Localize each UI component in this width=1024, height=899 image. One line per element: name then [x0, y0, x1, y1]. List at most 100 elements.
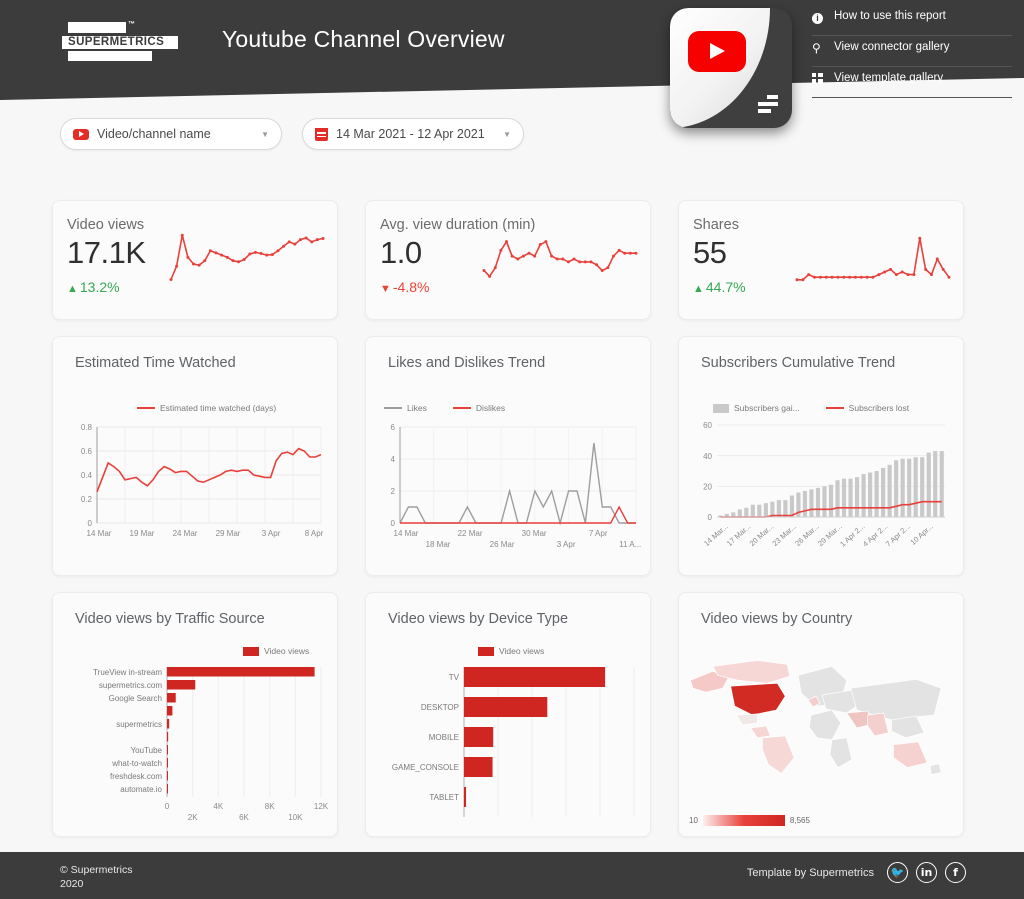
legend-label: Video views: [264, 646, 310, 656]
geo-color-legend: 10 8,565: [689, 815, 810, 826]
svg-text:automate.io: automate.io: [120, 785, 162, 794]
scorecard-delta: ▲ 44.7%: [693, 279, 746, 295]
svg-text:0: 0: [88, 519, 93, 528]
card-title: Subscribers Cumulative Trend: [701, 355, 896, 371]
youtube-play-icon: [688, 31, 746, 72]
svg-text:GAME_CONSOLE: GAME_CONSOLE: [392, 763, 459, 772]
svg-text:29 Mar: 29 Mar: [216, 529, 241, 538]
svg-text:4K: 4K: [213, 802, 223, 811]
svg-text:3 Apr: 3 Apr: [262, 529, 281, 538]
legend-swatch: [137, 407, 155, 409]
scorecard-delta: ▼ -4.8%: [380, 279, 430, 295]
page-title: Youtube Channel Overview: [222, 26, 505, 52]
social-links: 🐦 in f: [887, 862, 966, 883]
svg-text:14 Mar...: 14 Mar...: [702, 522, 730, 548]
svg-text:4: 4: [391, 455, 396, 464]
scorecard-avg-view-duration: Avg. view duration (min) 1.0 ▼ -4.8%: [365, 200, 651, 320]
svg-text:MOBILE: MOBILE: [429, 733, 459, 742]
linkedin-icon[interactable]: in: [916, 862, 937, 883]
card-likes-dislikes: Likes and Dislikes Trend Likes Dislikes …: [365, 336, 651, 576]
legend-swatch: [452, 407, 471, 409]
link-view-connector-gallery[interactable]: ⚲ View connector gallery: [812, 41, 1012, 67]
svg-text:10 Apr...: 10 Apr...: [908, 522, 934, 547]
legend-label: Estimated time watched (days): [160, 403, 277, 413]
svg-text:2: 2: [391, 487, 396, 496]
geo-legend-max: 8,565: [789, 816, 810, 825]
svg-text:Google Search: Google Search: [109, 694, 162, 703]
svg-text:19 Mar: 19 Mar: [130, 529, 155, 538]
template-credit: Template by Supermetrics: [746, 867, 874, 879]
channel-filter-dropdown[interactable]: Video/channel name ▼: [60, 118, 282, 150]
twitter-icon[interactable]: 🐦: [887, 862, 908, 883]
legend-label: Video views: [499, 646, 545, 656]
calendar-icon: [315, 127, 328, 141]
youtube-connector-badge: [670, 8, 792, 128]
svg-text:18 Mar: 18 Mar: [426, 540, 451, 549]
svg-text:23 Mar...: 23 Mar...: [770, 522, 798, 548]
card-title: Video views by Country: [701, 611, 853, 627]
svg-text:8 Apr: 8 Apr: [305, 529, 324, 538]
legend-item: Dislikes: [452, 403, 505, 413]
facebook-icon[interactable]: f: [945, 862, 966, 883]
channel-filter-label: Video/channel name: [97, 127, 211, 141]
link-view-template-gallery[interactable]: View template gallery: [812, 72, 1012, 98]
chart-legend: Video views: [478, 646, 570, 656]
sparkline-video-views: [169, 233, 325, 281]
svg-text:20 Mar...: 20 Mar...: [748, 522, 776, 548]
legend-label: Subscribers gai...: [734, 403, 800, 413]
svg-text:freshdesk.com: freshdesk.com: [110, 772, 162, 781]
chart-legend: Video views: [243, 646, 335, 656]
scorecard-value: 55: [693, 235, 727, 270]
svg-text:7 Apr 2...: 7 Apr 2...: [884, 522, 912, 549]
logo-wordmark: SUPERMETRICS: [68, 36, 165, 48]
svg-text:14 Mar: 14 Mar: [87, 529, 112, 538]
legend-swatch: [825, 407, 844, 409]
scorecard-label: Video views: [67, 217, 145, 233]
geo-gradient-bar: [702, 815, 785, 826]
svg-text:0: 0: [165, 802, 170, 811]
legend-item: Subscribers gai...: [713, 403, 800, 413]
legend-item: Video views: [243, 646, 309, 656]
chart-device-type: TVDESKTOPMOBILEGAME_CONSOLETABLET02K4K6K…: [392, 667, 635, 817]
svg-text:TV: TV: [449, 673, 460, 682]
card-title: Estimated Time Watched: [75, 355, 236, 371]
link-label: View template gallery: [834, 72, 944, 84]
copyright-line-2: 2020: [60, 878, 84, 890]
svg-text:11 A...: 11 A...: [619, 540, 641, 549]
date-range-picker[interactable]: 14 Mar 2021 - 12 Apr 2021 ▼: [302, 118, 524, 150]
scorecard-label: Shares: [693, 217, 739, 233]
geo-legend-min: 10: [689, 816, 698, 825]
legend-swatch: [384, 407, 402, 409]
chart-traffic-source: TrueView in-stream supermetrics.com Google…: [93, 667, 329, 821]
arrow-down-icon: ▼: [380, 283, 391, 295]
svg-text:17 Mar...: 17 Mar...: [725, 522, 753, 548]
legend-label: Subscribers lost: [848, 403, 910, 413]
plug-icon: ⚲: [812, 41, 821, 55]
link-label: View connector gallery: [834, 41, 950, 53]
svg-text:20: 20: [703, 483, 712, 492]
bar-chart-icon: [758, 95, 778, 116]
svg-text:26 Mar: 26 Mar: [490, 540, 515, 549]
chart-legend: Subscribers gai... Subscribers lost: [713, 403, 935, 413]
svg-text:26 Mar...: 26 Mar...: [793, 522, 821, 548]
svg-text:22 Mar: 22 Mar: [458, 529, 483, 538]
svg-text:30 Mar: 30 Mar: [522, 529, 547, 538]
link-how-to-use-report[interactable]: i How to use this report: [812, 10, 1012, 36]
supermetrics-logo: ™ SUPERMETRICS: [62, 21, 178, 61]
svg-text:6: 6: [391, 423, 396, 432]
legend-swatch: [243, 646, 259, 656]
svg-text:TrueView in-stream: TrueView in-stream: [93, 668, 162, 677]
card-title: Video views by Device Type: [388, 611, 569, 627]
svg-text:0.4: 0.4: [81, 471, 93, 480]
arrow-up-icon: ▲: [693, 283, 704, 295]
svg-text:60: 60: [703, 421, 712, 430]
scorecard-video-views: Video views 17.1K ▲ 13.2%: [52, 200, 338, 320]
legend-item: Estimated time watched (days): [137, 403, 276, 413]
page-header: ™ SUPERMETRICS Youtube Channel Overview …: [0, 0, 1024, 128]
scorecard-value: 17.1K: [67, 235, 146, 270]
legend-swatch: [713, 403, 729, 413]
header-links: i How to use this report ⚲ View connecto…: [812, 10, 1012, 103]
svg-text:TABLET: TABLET: [429, 793, 459, 802]
legend-swatch: [478, 646, 494, 656]
card-traffic-source: Video views by Traffic Source Video view…: [52, 592, 338, 837]
